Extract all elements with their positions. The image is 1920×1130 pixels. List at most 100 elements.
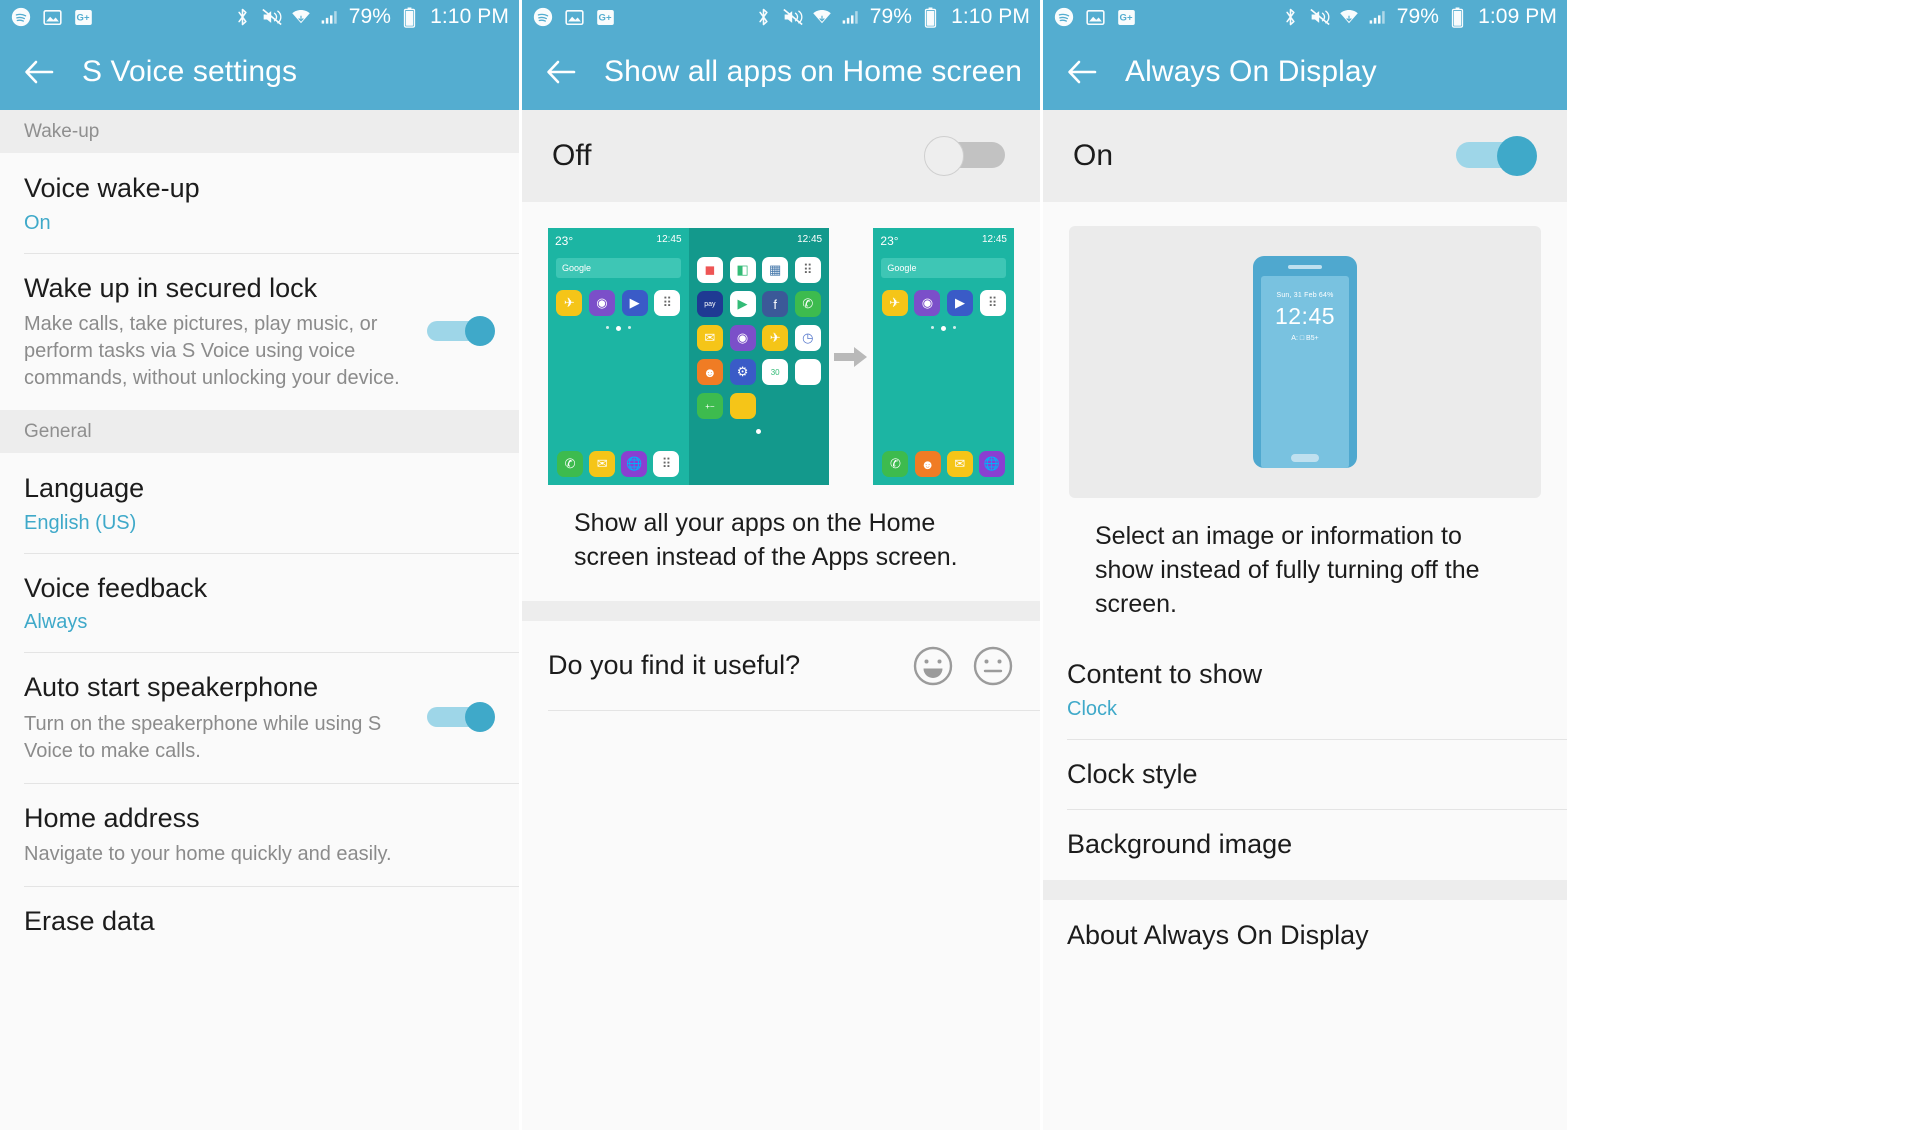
list-item-home-address[interactable]: Home address Navigate to your home quick… xyxy=(0,782,519,887)
app-bar: Show all apps on Home screen xyxy=(522,34,1040,110)
preview-weather-label: 23° xyxy=(555,234,574,248)
battery-icon xyxy=(1446,6,1468,28)
mute-vibrate-icon xyxy=(1309,6,1331,28)
phone-icon: ✆ xyxy=(794,291,821,317)
preview-dock: ✆ ☻ ✉ 🌐 xyxy=(873,451,1014,477)
preview-caption: Show all your apps on the Home screen in… xyxy=(574,509,958,571)
list-item-title: Erase data xyxy=(24,906,155,937)
mail-icon: ✉ xyxy=(696,325,723,351)
app-bar: Always On Display xyxy=(1043,34,1567,110)
gallery-icon xyxy=(1084,6,1106,28)
app-icon: ⠿ xyxy=(979,290,1006,316)
preview-page-dots xyxy=(689,429,830,434)
status-bar-notification-icons: G+ xyxy=(1053,6,1137,28)
clock-label: 1:10 PM xyxy=(430,5,509,28)
svg-text:G+: G+ xyxy=(1119,12,1132,23)
list-item-content-to-show[interactable]: Content to show Clock xyxy=(1043,639,1567,739)
wifi-icon xyxy=(290,6,312,28)
clock-label: 1:10 PM xyxy=(951,5,1030,28)
list-item-title: Voice wake-up xyxy=(24,173,200,203)
preview-search-hint: Google xyxy=(562,263,592,273)
browser-icon: 🌐 xyxy=(621,451,648,477)
back-arrow-icon[interactable] xyxy=(544,55,578,89)
feedback-row: Do you find it useful? xyxy=(522,620,1040,711)
mute-vibrate-icon xyxy=(261,6,283,28)
master-toggle-label: Off xyxy=(552,139,592,172)
panel-s-voice-settings: G+ 79% 1:10 PM S Voice settings Wake-up … xyxy=(0,0,519,1130)
home-screen-preview: 23° 12:45 Google ✈ ◉ ▶ ⠿ ✆ ✉ 🌐 ⠿ 12:45 ◼… xyxy=(522,202,1040,601)
status-bar: G+ 79% 1:10 PM xyxy=(522,0,1040,34)
clock-icon: ◷ xyxy=(794,325,821,351)
list-item-background-image[interactable]: Background image xyxy=(1043,809,1567,880)
master-toggle-switch[interactable] xyxy=(1451,136,1537,176)
battery-icon xyxy=(919,6,941,28)
toggle-auto-start-speakerphone[interactable] xyxy=(423,702,495,733)
phone-icon: ✆ xyxy=(557,451,584,477)
status-bar-system-icons: 79% 1:09 PM xyxy=(1280,5,1557,29)
preview-page-dots xyxy=(873,326,1014,331)
aod-date-label: Sun, 31 Feb 64% xyxy=(1276,292,1334,299)
master-toggle-row[interactable]: On xyxy=(1043,110,1567,202)
section-divider-band xyxy=(522,600,1040,621)
back-arrow-icon[interactable] xyxy=(1065,55,1099,89)
signal-icon xyxy=(319,6,341,28)
three-screenshot-strip: G+ 79% 1:10 PM S Voice settings Wake-up … xyxy=(0,0,1920,1130)
wifi-icon xyxy=(1338,6,1360,28)
toggle-wake-up-in-secured-lock[interactable] xyxy=(423,316,495,347)
spotify-icon xyxy=(1053,6,1075,28)
preview-search-bar: Google xyxy=(556,258,681,278)
google-plus-icon: G+ xyxy=(1115,6,1137,28)
calendar-icon: 30 xyxy=(762,359,789,385)
contacts-icon: ☻ xyxy=(696,359,723,385)
app-bar: S Voice settings xyxy=(0,34,519,110)
list-item-title: Voice feedback xyxy=(24,572,208,603)
list-item-clock-style[interactable]: Clock style xyxy=(1043,738,1567,810)
neutral-face-icon[interactable] xyxy=(972,645,1014,687)
happy-face-icon[interactable] xyxy=(912,645,954,687)
aod-meta-label: A: □ B5+ xyxy=(1291,335,1319,342)
browser-icon: 🌐 xyxy=(978,451,1005,477)
mute-vibrate-icon xyxy=(782,6,804,28)
svg-text:G+: G+ xyxy=(76,12,89,23)
battery-percent-label: 79% xyxy=(1396,5,1440,28)
home-screen-after: 23° 12:45 Google ✈ ◉ ▶ ⠿ ✆ ☻ ✉ 🌐 xyxy=(873,228,1014,485)
list-item-about-always-on-display[interactable]: About Always On Display xyxy=(1043,899,1567,971)
list-item-language[interactable]: Language English (US) xyxy=(0,453,519,553)
list-item-erase-data[interactable]: Erase data xyxy=(0,886,519,957)
status-bar-notification-icons: G+ xyxy=(532,6,616,28)
app-icon: ▶ xyxy=(621,290,648,316)
preview-search-hint: Google xyxy=(887,263,917,273)
master-toggle-row[interactable]: Off xyxy=(522,110,1040,202)
list-item-description: Navigate to your home quickly and easily… xyxy=(24,843,392,866)
list-item-voice-wake-up[interactable]: Voice wake-up On xyxy=(0,153,519,253)
apps-icon: ⠿ xyxy=(653,451,680,477)
preview-search-bar: Google xyxy=(881,258,1006,278)
settings-icon: ⚙ xyxy=(729,359,756,385)
list-item-title: Language xyxy=(24,473,145,504)
app-icon: ✈ xyxy=(762,325,789,351)
preview-weather-label: 23° xyxy=(880,234,899,248)
facebook-icon: f xyxy=(762,291,789,317)
google-plus-icon: G+ xyxy=(72,6,94,28)
feedback-question: Do you find it useful? xyxy=(548,650,801,680)
clock-label: 1:09 PM xyxy=(1478,5,1557,28)
status-bar: G+ 79% 1:09 PM xyxy=(1043,0,1567,34)
wifi-icon xyxy=(811,6,833,28)
page-title: Always On Display xyxy=(1125,55,1377,88)
gallery-icon xyxy=(41,6,63,28)
panel-always-on-display: G+ 79% 1:09 PM Always On Display On Sun,… xyxy=(1043,0,1567,1130)
list-item-wake-up-in-secured-lock[interactable]: Wake up in secured lock Make calls, take… xyxy=(0,252,519,411)
back-arrow-icon[interactable] xyxy=(22,55,56,89)
panel-show-all-apps: G+ 79% 1:10 PM Show all apps on Home scr… xyxy=(519,0,1043,1130)
svg-text:G+: G+ xyxy=(598,12,611,23)
section-divider-band xyxy=(1043,879,1567,900)
list-item-auto-start-speakerphone[interactable]: Auto start speakerphone Turn on the spea… xyxy=(0,652,519,783)
samsung-pay-icon: pay xyxy=(696,291,723,317)
master-toggle-switch[interactable] xyxy=(924,136,1010,176)
home-screen-apps-drawer: 12:45 ◼ ◧ ▦ ⠿ pay ▶ f ✆ ✉ ◉ ✈ ◷ ☻ ⚙ 30 +… xyxy=(688,228,830,485)
app-icon: ◉ xyxy=(729,325,756,351)
preview-clock-label: 12:45 xyxy=(981,234,1007,245)
battery-icon xyxy=(398,6,420,28)
mail-icon: ✉ xyxy=(946,451,973,477)
list-item-voice-feedback[interactable]: Voice feedback Always xyxy=(0,552,519,653)
